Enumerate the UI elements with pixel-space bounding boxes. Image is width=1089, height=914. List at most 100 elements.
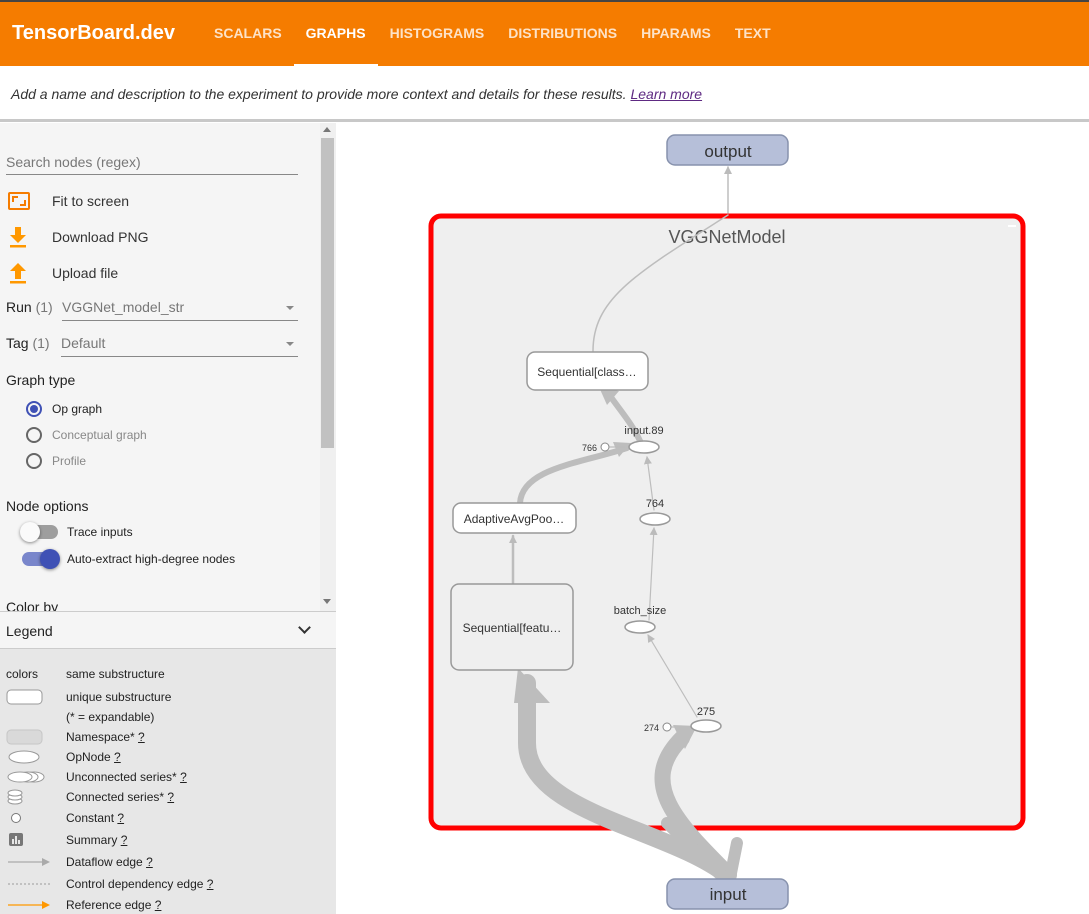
experiment-description: Add a name and description to the experi… [11, 86, 702, 102]
fit-to-screen-button[interactable]: Fit to screen [6, 189, 129, 213]
summary-help-link[interactable]: ? [121, 833, 128, 847]
learn-more-link[interactable]: Learn more [630, 86, 702, 102]
legend-row-unconnected: Unconnected series* ? [0, 768, 336, 786]
legend-constant: Constant ? [66, 811, 125, 825]
control-help-link[interactable]: ? [207, 877, 214, 891]
run-select[interactable]: VGGNet_model_str [62, 293, 298, 321]
node-pool-label: AdaptiveAvgPoo… [464, 512, 565, 526]
opnode-help-link[interactable]: ? [114, 750, 121, 764]
auto-extract-label: Auto-extract high-degree nodes [67, 552, 236, 566]
tab-scalars[interactable]: SCALARS [202, 2, 294, 66]
legend-row-reference: Reference edge ? [0, 896, 336, 914]
run-selector-row: Run (1) VGGNet_model_str [6, 293, 300, 321]
node-options-title: Node options [6, 498, 89, 514]
upload-file-button[interactable]: Upload file [6, 261, 118, 285]
connected-series-icon [7, 789, 23, 805]
radio-op-graph[interactable]: Op graph [26, 400, 102, 418]
dataflow-help-link[interactable]: ? [146, 855, 153, 869]
legend-opnode: OpNode ? [66, 750, 121, 764]
description-text: Add a name and description to the experi… [11, 86, 627, 102]
radio-conceptual-graph[interactable]: Conceptual graph [26, 426, 147, 444]
graph-type-title: Graph type [6, 372, 76, 388]
node-764-label: 764 [646, 498, 664, 510]
experiment-description-bar: Add a name and description to the experi… [0, 66, 1089, 122]
group-name-label: VGGNetModel [668, 227, 785, 247]
unconnected-help-link[interactable]: ? [180, 770, 187, 784]
legend-title: Legend [6, 623, 53, 639]
sidebar-scrollbar[interactable] [320, 123, 336, 611]
brand-title[interactable]: TensorBoard.dev [12, 22, 175, 45]
chevron-down-icon [298, 621, 311, 634]
node-batchsize-label: batch_size [614, 605, 667, 617]
legend-colors-desc: same substructure [66, 667, 165, 681]
legend-expandable-text: (* = expandable) [66, 710, 155, 724]
legend-colors-label: colors [6, 667, 39, 681]
node-adaptive-avg-pool[interactable]: AdaptiveAvgPoo… [452, 502, 577, 534]
node-output[interactable]: output [666, 134, 789, 166]
node-input-label: input [710, 885, 747, 904]
legend-header[interactable]: Legend [0, 611, 336, 649]
legend-control: Control dependency edge ? [66, 877, 214, 891]
radio-conceptual-graph-label: Conceptual graph [52, 428, 147, 442]
legend-connected: Connected series* ? [66, 790, 175, 804]
legend-row-namespace: Namespace* ? [0, 728, 336, 746]
collapse-group-icon[interactable] [1008, 225, 1016, 227]
trace-inputs-track [20, 522, 58, 542]
tab-text[interactable]: TEXT [723, 2, 783, 66]
run-select-value: VGGNet_model_str [62, 299, 185, 315]
summary-icon [9, 833, 23, 846]
namespace-help-link[interactable]: ? [138, 730, 145, 744]
legend-unconnected: Unconnected series* ? [66, 770, 187, 784]
constant-icon [11, 813, 21, 823]
unique-substructure-icon [6, 689, 43, 705]
control-dependency-edge-icon [8, 883, 50, 885]
plugin-tabs: SCALARS GRAPHS HISTOGRAMS DISTRIBUTIONS … [202, 2, 783, 66]
node-sequential-features[interactable]: Sequential[featu… [450, 583, 574, 671]
fit-to-screen-label: Fit to screen [52, 193, 130, 209]
node-sequential-classifier[interactable]: Sequential[class… [526, 351, 649, 391]
legend-row-unique: unique substructure [0, 688, 336, 706]
legend-row-opnode: OpNode ? [0, 748, 336, 766]
auto-extract-toggle[interactable]: Auto-extract high-degree nodes [22, 549, 235, 569]
node-input89-label: input.89 [624, 425, 663, 437]
trace-inputs-label: Trace inputs [67, 525, 133, 539]
scroll-thumb[interactable] [321, 138, 334, 448]
download-png-button[interactable]: Download PNG [6, 225, 149, 249]
top-app-bar: TensorBoard.dev SCALARS GRAPHS HISTOGRAM… [0, 0, 1089, 66]
fit-screen-icon [6, 189, 32, 213]
graph-controls: Fit to screen Download PNG Upload file [0, 123, 320, 611]
reference-help-link[interactable]: ? [155, 898, 162, 912]
radio-profile-dot [26, 453, 42, 469]
tab-distributions[interactable]: DISTRIBUTIONS [496, 2, 629, 66]
legend-row-connected: Connected series* ? [0, 788, 336, 806]
unconnected-series-icon [7, 771, 45, 783]
trace-inputs-toggle[interactable]: Trace inputs [20, 522, 133, 542]
node-input[interactable]: input [666, 878, 789, 910]
search-nodes-input[interactable] [6, 149, 298, 175]
tag-dropdown-caret-icon [286, 342, 294, 346]
legend-row-summary: Summary ? [0, 831, 336, 849]
constant-help-link[interactable]: ? [117, 811, 124, 825]
scroll-up-arrow-icon[interactable] [323, 127, 331, 132]
radio-profile[interactable]: Profile [26, 452, 86, 470]
connected-help-link[interactable]: ? [167, 790, 174, 804]
graph-sidebar: Fit to screen Download PNG Upload file [0, 123, 336, 914]
legend-dataflow: Dataflow edge ? [66, 855, 153, 869]
legend-reference: Reference edge ? [66, 898, 162, 912]
node-classifier-label: Sequential[class… [537, 365, 636, 379]
tab-hparams[interactable]: HPARAMS [629, 2, 723, 66]
reference-edge-icon [8, 901, 50, 909]
tag-select[interactable]: Default [61, 329, 298, 357]
legend-row-expandable: (* = expandable) [0, 708, 336, 726]
legend-namespace: Namespace* ? [66, 730, 145, 744]
node-output-label: output [704, 142, 752, 161]
tag-label: Tag (1) [6, 335, 50, 351]
tab-graphs[interactable]: GRAPHS [293, 2, 378, 66]
upload-icon [6, 261, 32, 285]
auto-extract-track [22, 549, 60, 569]
graph-canvas[interactable]: VGGNetModel output Sequential[class… inp… [337, 123, 1089, 914]
constant-274-label: 274 [644, 723, 659, 733]
scroll-down-arrow-icon[interactable] [323, 599, 331, 604]
constant-766-label: 766 [582, 443, 597, 453]
tab-histograms[interactable]: HISTOGRAMS [378, 2, 497, 66]
